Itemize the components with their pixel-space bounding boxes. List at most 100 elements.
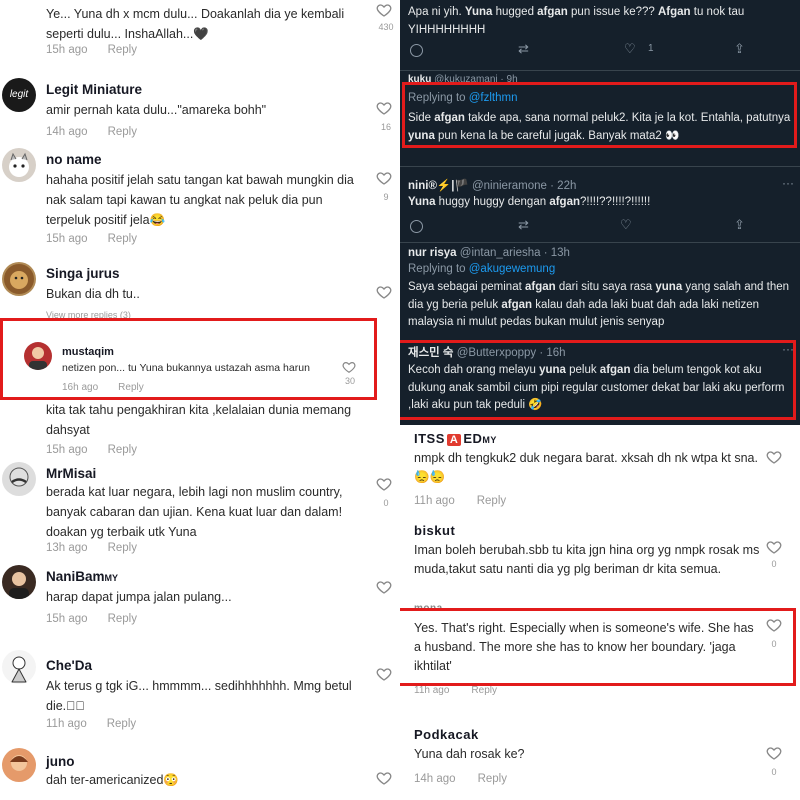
heart-icon[interactable]	[342, 360, 356, 374]
tweet-text: Apa ni yih. Yuna hugged afgan pun issue …	[408, 6, 745, 36]
reply-link[interactable]: Reply	[118, 382, 144, 393]
comment-author[interactable]: Che'Da	[46, 658, 92, 673]
reply-link[interactable]: Reply	[107, 718, 136, 730]
like-count: 0	[771, 559, 777, 569]
avatar[interactable]	[2, 650, 36, 684]
comment-text: hahaha positif jelah satu tangan kat baw…	[46, 173, 354, 227]
comment-meta: 14h ago Reply	[414, 773, 507, 785]
comment-author[interactable]: mona	[414, 603, 443, 614]
heart-icon[interactable]	[376, 170, 392, 186]
comment-text: Iman boleh berubah.sbb tu kita jgn hina …	[414, 543, 760, 576]
heart-icon[interactable]	[376, 2, 392, 18]
reply-icon[interactable]	[410, 220, 423, 233]
tweet-text: Side afgan takde apa, sana normal peluk2…	[408, 112, 791, 142]
comment-text: dah ter-americanized😳	[46, 773, 179, 787]
tweet-header: nur risya @intan_ariesha · 13h	[408, 247, 570, 259]
reply-link[interactable]: Reply	[108, 233, 137, 245]
comment-meta: 11h ago Reply	[46, 718, 137, 730]
person-icon	[9, 572, 29, 599]
avatar[interactable]	[2, 148, 36, 182]
comment-author[interactable]: NaniBamMY	[46, 569, 118, 584]
like-count: 9	[383, 192, 389, 202]
tweet-text: Saya sebagai peminat afgan dari situ say…	[408, 281, 790, 328]
reply-link[interactable]: Reply	[108, 542, 137, 554]
comment-meta: 14h ago Reply	[46, 126, 137, 138]
avatar[interactable]	[2, 565, 36, 599]
person-icon	[29, 347, 47, 370]
like-icon[interactable]: ♡	[620, 217, 632, 233]
lion-icon	[4, 264, 34, 294]
like-count: 16	[380, 122, 391, 132]
heart-icon[interactable]	[766, 539, 782, 555]
retweet-icon[interactable]: ⇄	[518, 41, 529, 57]
comment-text: Yuna dah rosak ke?	[414, 747, 525, 761]
heart-icon[interactable]	[376, 666, 392, 682]
avatar[interactable]: legit	[2, 78, 36, 112]
mention-link[interactable]: @fzlthmn	[469, 92, 518, 104]
share-icon[interactable]: ⇪	[734, 217, 745, 233]
avatar[interactable]	[2, 462, 36, 496]
reply-link[interactable]: Reply	[471, 685, 497, 696]
mustache-face-icon	[9, 467, 29, 487]
cat-icon	[9, 152, 29, 177]
reply-link[interactable]: Reply	[108, 444, 137, 456]
comment-author[interactable]: MrMisai	[46, 466, 96, 481]
girl-sketch-icon	[11, 656, 27, 683]
reply-link[interactable]: Reply	[108, 613, 137, 625]
comment-author[interactable]: Singa jurus	[46, 266, 120, 281]
reply-icon[interactable]	[410, 44, 423, 57]
comment-meta: 13h ago Reply	[46, 542, 137, 554]
reply-link[interactable]: Reply	[477, 495, 506, 507]
heart-icon[interactable]	[766, 745, 782, 761]
tiktok-comments-right: ITSS A EDMY nmpk dh tengkuk2 duk negara ba…	[400, 425, 800, 800]
like-icon[interactable]: ♡	[624, 41, 636, 57]
like-count: 1	[648, 43, 654, 54]
retweet-icon[interactable]: ⇄	[518, 217, 529, 233]
divider	[400, 70, 800, 71]
like-count: 0	[771, 767, 777, 777]
comment-meta: 15h ago Reply	[46, 444, 137, 456]
divider	[400, 242, 800, 243]
comment: mustaqim netizen pon... tu Yuna bukannya…	[0, 318, 400, 398]
twitter-thread: Apa ni yih. Yuna hugged afgan pun issue …	[400, 0, 800, 425]
reply-link[interactable]: Reply	[478, 773, 507, 785]
more-icon[interactable]: ···	[782, 342, 794, 356]
reply-link[interactable]: Reply	[108, 44, 137, 56]
tweet-header: kuku @kukuzamani · 9h	[408, 74, 518, 85]
like-count: 0	[383, 498, 389, 508]
heart-icon[interactable]	[766, 449, 782, 465]
comment-author[interactable]: Podkacak	[414, 727, 479, 742]
heart-icon[interactable]	[376, 476, 392, 492]
heart-icon[interactable]	[766, 617, 782, 633]
avatar[interactable]	[2, 748, 36, 782]
comment-author[interactable]: no name	[46, 152, 102, 167]
comment-text: berada kat luar negara, lebih lagi non m…	[46, 485, 343, 539]
comment-author[interactable]: juno	[46, 754, 75, 769]
heart-icon[interactable]	[376, 770, 392, 786]
share-icon[interactable]: ⇪	[734, 41, 745, 57]
mention-link[interactable]: @akugewemung	[469, 263, 555, 275]
like-count: 30	[344, 376, 355, 386]
comment-meta: 11h ago Reply	[414, 685, 497, 696]
comment-author[interactable]: mustaqim	[62, 346, 114, 358]
tweet-actions: ⇄ ♡ 1 ⇪	[408, 41, 778, 58]
like-count: 0	[771, 639, 777, 649]
comment-author[interactable]: Legit Miniature	[46, 82, 142, 97]
comment-author[interactable]: biskut	[414, 523, 455, 538]
heart-icon[interactable]	[376, 284, 392, 300]
comment-text: harap dapat jumpa jalan pulang...	[46, 590, 232, 604]
avatar[interactable]	[24, 342, 52, 370]
comment-text: amir pernah kata dulu..."amareka bohh"	[46, 103, 267, 117]
comment-text: netizen pon... tu Yuna bukannya ustazah …	[62, 362, 310, 374]
comment-text: nmpk dh tengkuk2 duk negara barat. xksah…	[414, 451, 758, 484]
reply-link[interactable]: Reply	[108, 126, 137, 138]
comment-text: Bukan dia dh tu..	[46, 287, 140, 301]
avatar[interactable]	[2, 262, 36, 296]
heart-icon[interactable]	[376, 100, 392, 116]
more-icon[interactable]: ···	[782, 176, 794, 190]
comment-author[interactable]: ITSS A EDMY	[414, 431, 497, 446]
tiktok-comments-left: Ye... Yuna dh x mcm dulu... Doakanlah di…	[0, 0, 400, 800]
tweet-text: Yuna huggy huggy dengan afgan?!!!!??!!!!…	[408, 196, 651, 208]
a-badge-icon: A	[446, 434, 462, 446]
heart-icon[interactable]	[376, 579, 392, 595]
